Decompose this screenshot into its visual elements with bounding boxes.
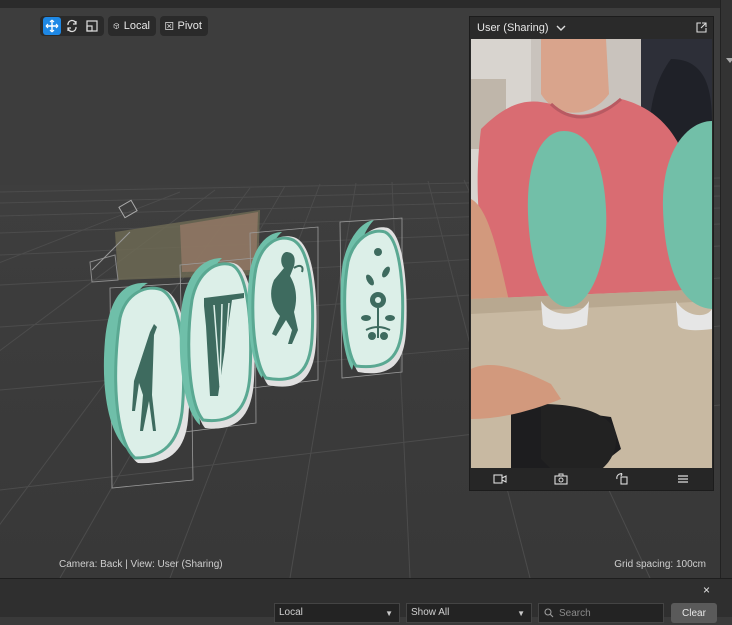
pivot-icon — [165, 22, 174, 30]
rotate-icon — [67, 19, 77, 33]
coordinate-space-label: Local — [123, 20, 150, 32]
move-icon — [45, 19, 59, 33]
camera-preview-toolbar — [470, 468, 713, 490]
camera-source-label[interactable]: User (Sharing) — [477, 22, 549, 34]
bottom-panel: × Local ▼ Show All ▼ Search Clear — [0, 578, 732, 623]
snapshot-button[interactable] — [551, 470, 571, 488]
right-gutter — [720, 0, 732, 578]
search-placeholder: Search — [559, 608, 591, 619]
window-top-edge — [0, 0, 732, 8]
chevron-down-icon: ▼ — [517, 609, 525, 618]
hamburger-menu-icon — [677, 475, 688, 483]
camera-feed-image — [471, 39, 712, 488]
camera-preview-header: User (Sharing) — [470, 17, 713, 39]
search-input[interactable]: Search — [538, 603, 664, 623]
camera-view-status: Camera: Back | View: User (Sharing) — [59, 559, 223, 570]
camera-feed — [471, 39, 712, 488]
cat-nail — [247, 232, 317, 387]
coordinate-space-button[interactable]: Local — [108, 16, 156, 36]
zebra-nail — [179, 258, 255, 429]
filter-dropdown[interactable]: Show All ▼ — [406, 603, 532, 623]
video-camera-icon — [493, 474, 507, 484]
popout-icon[interactable] — [696, 22, 707, 33]
rotate-device-icon — [616, 473, 628, 485]
camera-menu-button[interactable] — [673, 470, 693, 488]
camera-preview-panel: User (Sharing) — [469, 16, 714, 491]
camera-switch-icon — [554, 473, 568, 485]
close-panel-icon[interactable]: × — [703, 583, 710, 597]
move-tool-button[interactable] — [43, 17, 61, 35]
scale-tool-button[interactable] — [83, 17, 101, 35]
rotate-tool-button[interactable] — [63, 17, 81, 35]
record-video-button[interactable] — [490, 470, 510, 488]
scope-dropdown-value: Local — [279, 607, 303, 618]
collapse-arrow-icon[interactable] — [726, 58, 732, 63]
pivot-button[interactable]: Pivot — [160, 16, 208, 36]
filter-dropdown-value: Show All — [411, 607, 450, 618]
pivot-label: Pivot — [177, 20, 202, 32]
scale-icon — [86, 20, 98, 32]
chevron-down-icon[interactable] — [556, 24, 566, 32]
rotate-camera-button[interactable] — [612, 470, 632, 488]
transform-tool-group — [40, 16, 104, 36]
chevron-down-icon: ▼ — [385, 609, 393, 618]
cube-icon — [113, 22, 120, 30]
flower-nail — [340, 220, 407, 374]
scope-dropdown[interactable]: Local ▼ — [274, 603, 400, 623]
grid-spacing-status: Grid spacing: 100cm — [614, 559, 706, 570]
clear-button[interactable]: Clear — [671, 603, 717, 623]
search-icon — [544, 608, 554, 618]
